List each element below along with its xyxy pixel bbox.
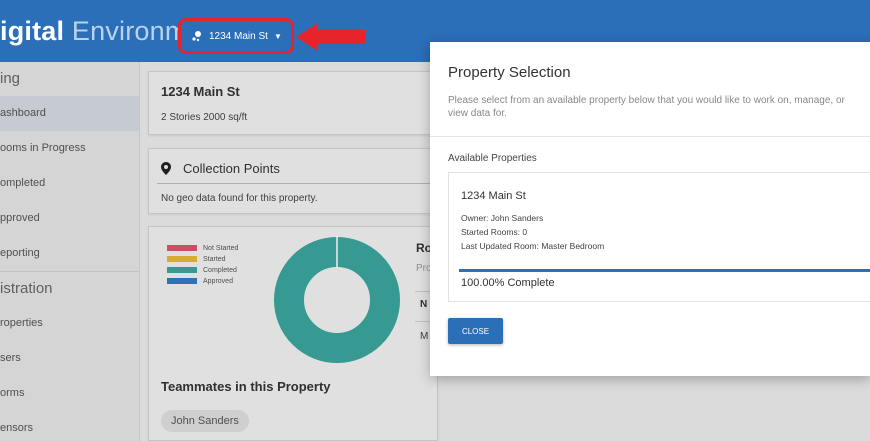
legend-label: Started	[203, 255, 226, 263]
modal-title: Property Selection	[448, 64, 571, 81]
completion-text: 100.00% Complete	[461, 277, 555, 289]
sidebar-item-users[interactable]: sers	[0, 341, 139, 376]
collection-points-card: Collection Points No geo data found for …	[148, 148, 438, 214]
property-option-name: 1234 Main St	[461, 190, 526, 202]
available-properties-label: Available Properties	[448, 153, 537, 164]
property-info-card: 1234 Main St 2 Stories 2000 sq/ft	[148, 71, 438, 135]
sidebar: ing ashboard ooms in Progress ompleted p…	[0, 62, 140, 441]
legend-label: Approved	[203, 277, 233, 285]
red-arrow-icon	[296, 23, 366, 51]
sidebar-section-heading: ing	[0, 70, 21, 87]
property-details: 2 Stories 2000 sq/ft	[161, 112, 248, 123]
property-selection-modal: Property Selection Please select from an…	[430, 42, 870, 376]
property-started-rooms: Started Rooms: 0	[461, 227, 528, 237]
sidebar-item-rooms-in-progress[interactable]: ooms in Progress	[0, 131, 139, 166]
status-legend: Not Started Started Completed Approved	[167, 243, 238, 287]
legend-swatch	[167, 256, 197, 262]
legend-item: Completed	[167, 265, 238, 275]
sidebar-item-reporting[interactable]: eporting	[0, 236, 139, 271]
legend-item: Started	[167, 254, 238, 264]
property-selector-label: 1234 Main St	[209, 30, 268, 42]
collection-points-empty: No geo data found for this property.	[161, 193, 318, 204]
teammates-title: Teammates in this Property	[161, 379, 331, 394]
progress-bar	[459, 269, 870, 272]
teammate-chip[interactable]: John Sanders	[161, 410, 249, 432]
legend-swatch	[167, 278, 197, 284]
legend-label: Completed	[203, 266, 237, 274]
sidebar-item-completed[interactable]: ompleted	[0, 166, 139, 201]
sidebar-section-administration: istration	[0, 280, 53, 297]
property-last-updated: Last Updated Room: Master Bedroom	[461, 241, 605, 251]
chevron-down-icon: ▼	[273, 31, 282, 41]
sidebar-item-dashboard[interactable]: ashboard	[0, 96, 139, 131]
sidebar-item-sensors[interactable]: ensors	[0, 411, 139, 441]
column-header: N	[420, 299, 428, 310]
property-owner: Owner: John Sanders	[461, 213, 544, 223]
legend-swatch	[167, 267, 197, 273]
divider	[430, 136, 870, 137]
location-marker-icon	[161, 162, 171, 175]
status-donut-chart	[274, 236, 400, 363]
legend-label: Not Started	[203, 244, 239, 252]
divider	[157, 183, 437, 184]
property-name: 1234 Main St	[161, 84, 240, 99]
modal-description: Please select from an available property…	[448, 95, 845, 119]
legend-item: Not Started	[167, 243, 238, 253]
room-status-card: Not Started Started Completed Approved R…	[148, 226, 438, 441]
property-selector-button[interactable]: 1234 Main St ▼	[178, 18, 294, 54]
sidebar-item-properties[interactable]: roperties	[0, 306, 139, 341]
collection-points-title: Collection Points	[183, 161, 280, 176]
sidebar-item-forms[interactable]: orms	[0, 376, 139, 411]
sidebar-item-approved[interactable]: pproved	[0, 201, 139, 236]
legend-item: Approved	[167, 276, 238, 286]
collection-points-heading: Collection Points	[161, 161, 280, 176]
table-row: M	[420, 331, 429, 342]
property-option-card[interactable]: 1234 Main St Owner: John Sanders Started…	[448, 172, 870, 302]
map-pin-icon	[191, 30, 203, 42]
legend-swatch	[167, 245, 197, 251]
close-button[interactable]: CLOSE	[448, 318, 503, 344]
app-title-bold: igital	[0, 16, 65, 46]
